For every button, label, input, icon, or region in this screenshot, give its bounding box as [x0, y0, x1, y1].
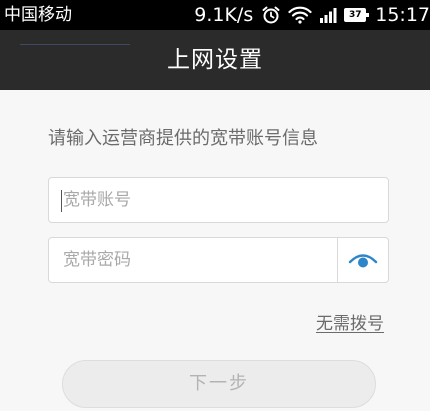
skip-dialing-link[interactable]: 无需拨号: [316, 312, 384, 336]
text-cursor: [61, 190, 62, 212]
battery-icon: 37: [344, 8, 370, 22]
status-bar: 中国移动 9.1K/s 37 15:17: [0, 0, 430, 30]
broadband-setup-form: 请输入运营商提供的宽带账号信息 无需拨号 下一步: [0, 90, 430, 411]
title-bar: 上网设置: [0, 30, 430, 90]
account-input[interactable]: [63, 178, 333, 222]
status-indicators: 9.1K/s 37 15:17: [194, 4, 430, 26]
account-field[interactable]: [48, 177, 389, 223]
network-speed: 9.1K/s: [194, 4, 254, 26]
signal-icon: [320, 8, 337, 23]
wifi-icon: [288, 6, 312, 24]
eye-icon: [348, 254, 378, 268]
page-title: 上网设置: [167, 47, 263, 73]
next-step-button[interactable]: 下一步: [62, 360, 376, 408]
show-password-toggle[interactable]: [337, 238, 388, 282]
password-input[interactable]: [63, 238, 333, 282]
status-clock: 15:17: [375, 4, 430, 26]
password-field[interactable]: [48, 237, 389, 283]
carrier-name: 中国移动: [4, 5, 72, 25]
instruction-text: 请输入运营商提供的宽带账号信息: [48, 128, 318, 149]
alarm-icon: [262, 6, 280, 24]
battery-level: 37: [348, 10, 362, 20]
